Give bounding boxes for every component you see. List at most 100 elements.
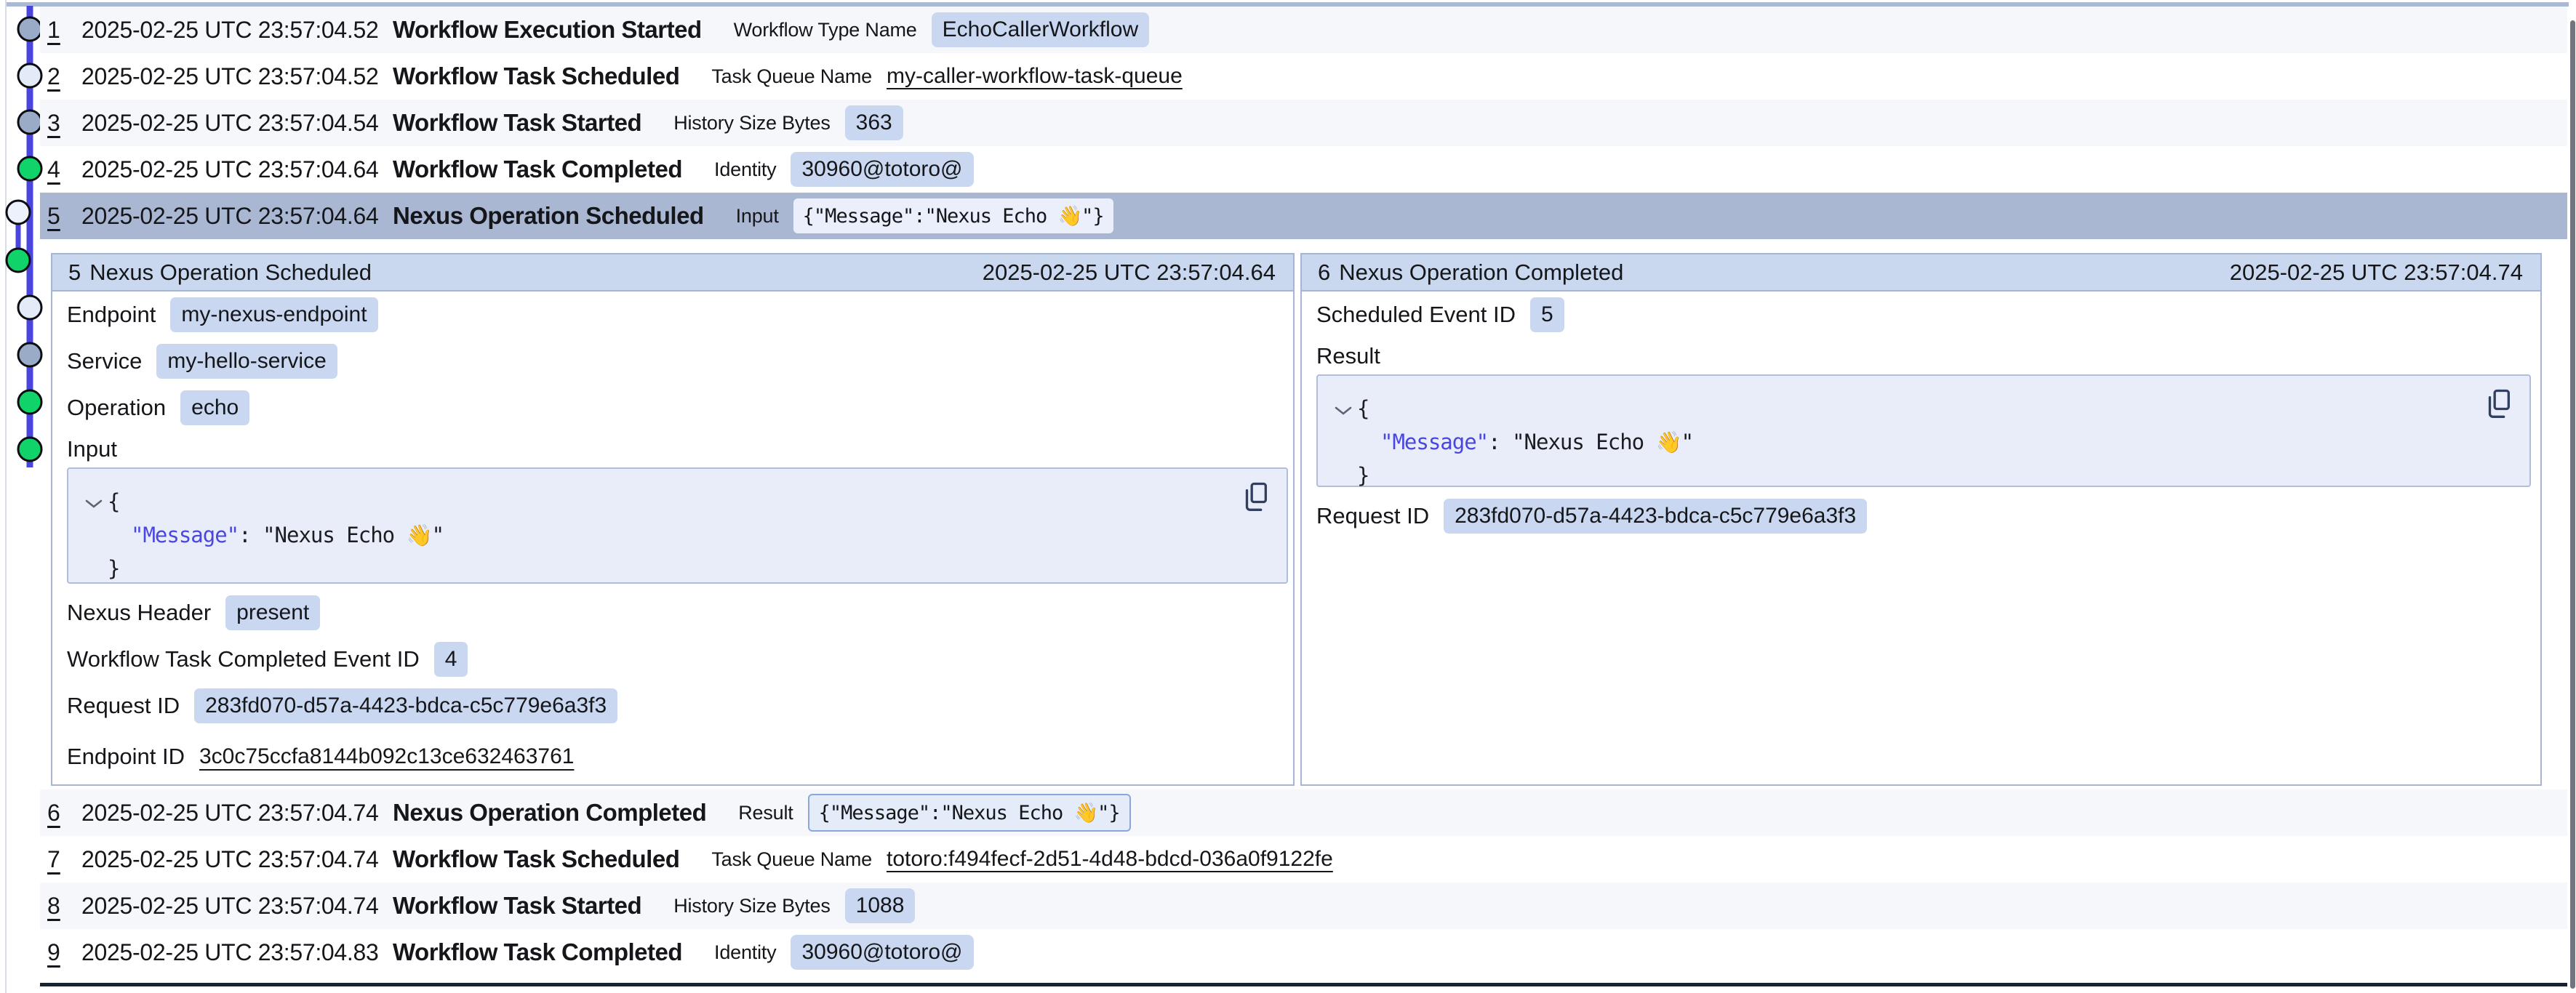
event-id: 7 (47, 846, 81, 873)
input-label: Input (52, 431, 1293, 467)
event-id: 6 (47, 800, 81, 827)
event-dot-2 (18, 64, 41, 87)
event-row-5-selected[interactable]: 5 2025-02-25 UTC 23:57:04.64 Nexus Opera… (40, 193, 2567, 239)
event-id-link[interactable]: 9 (47, 939, 60, 965)
event-dot-3 (18, 110, 41, 134)
history-scrollbar[interactable] (2570, 20, 2575, 989)
event-name: Workflow Task Scheduled (393, 63, 679, 90)
event-id-link[interactable]: 7 (47, 846, 60, 872)
json-line-open: { (1357, 392, 2529, 425)
event-timestamp: 2025-02-25 UTC 23:57:04.54 (81, 110, 393, 137)
event-id: 8 (47, 893, 81, 920)
field-endpoint-id: Endpoint ID 3c0c75ccfa8144b092c13ce63246… (52, 733, 1293, 780)
event-history-timeline-graph (0, 0, 44, 480)
panel-event-name: Nexus Operation Completed (1339, 260, 1623, 286)
json-line-close: } (1357, 459, 2529, 492)
json-key: "Message" (1380, 430, 1488, 454)
event-detail-label: Task Queue Name (711, 848, 872, 871)
field-label: Endpoint (67, 302, 156, 328)
field-value-badge: 283fd070-d57a-4423-bdca-c5c779e6a3f3 (194, 688, 617, 723)
task-queue-link[interactable]: totoro:f494fecf-2d51-4d48-bdcd-036a0f912… (887, 847, 1333, 872)
event-detail-label: Identity (714, 941, 776, 964)
panel-event-id: 6 (1318, 260, 1330, 286)
field-label: Service (67, 348, 142, 374)
event-detail-value-json: {"Message":"Nexus Echo 👋"} (793, 198, 1113, 233)
copy-icon (2484, 387, 2513, 419)
json-collapse-chevron[interactable] (1334, 405, 1353, 417)
event-name: Workflow Task Scheduled (393, 845, 679, 873)
event-row-1[interactable]: 1 2025-02-25 UTC 23:57:04.52 Workflow Ex… (40, 7, 2567, 53)
event-detail-label: Task Queue Name (711, 65, 872, 88)
event-row-6[interactable]: 6 2025-02-25 UTC 23:57:04.74 Nexus Opera… (40, 789, 2567, 836)
event-id-link[interactable]: 4 (47, 156, 60, 182)
event-rows-top: 1 2025-02-25 UTC 23:57:04.52 Workflow Ex… (40, 7, 2567, 239)
event-dot-6 (7, 249, 30, 272)
field-value-badge: echo (180, 390, 249, 425)
event-row-3[interactable]: 3 2025-02-25 UTC 23:57:04.54 Workflow Ta… (40, 100, 2567, 146)
event-id: 4 (47, 156, 81, 183)
event-row-9[interactable]: 9 2025-02-25 UTC 23:57:04.83 Workflow Ta… (40, 929, 2567, 976)
event-timestamp: 2025-02-25 UTC 23:57:04.74 (81, 846, 393, 873)
event-timestamp: 2025-02-25 UTC 23:57:04.74 (81, 893, 393, 920)
field-request-id: Request ID 283fd070-d57a-4423-bdca-c5c77… (1302, 493, 2540, 539)
endpoint-id-link[interactable]: 3c0c75ccfa8144b092c13ce632463761 (199, 744, 574, 769)
event-dot-1 (18, 17, 41, 41)
event-name: Nexus Operation Scheduled (393, 202, 704, 230)
json-value: "Nexus Echo 👋" (1512, 430, 1693, 454)
json-line-open: { (108, 485, 1287, 518)
event-dot-8 (18, 343, 41, 366)
event-dot-5 (7, 201, 30, 224)
event-id: 5 (47, 203, 81, 230)
event-row-2[interactable]: 2 2025-02-25 UTC 23:57:04.52 Workflow Ta… (40, 53, 2567, 100)
event-id-link[interactable]: 6 (47, 800, 60, 826)
panel-header: 6 Nexus Operation Completed 2025-02-25 U… (1302, 254, 2540, 292)
panel-event-name: Nexus Operation Scheduled (89, 260, 372, 286)
field-service: Service my-hello-service (52, 338, 1293, 385)
event-name: Workflow Task Completed (393, 156, 682, 183)
next-section-divider (40, 983, 2567, 986)
field-request-id: Request ID 283fd070-d57a-4423-bdca-c5c77… (52, 683, 1293, 729)
copy-button[interactable] (1241, 481, 1271, 512)
field-label: Request ID (67, 693, 180, 719)
json-line-message: "Message": "Nexus Echo 👋" (1357, 425, 2529, 459)
event-id-link[interactable]: 3 (47, 110, 60, 136)
event-dot-9 (18, 390, 41, 414)
panel-header: 5 Nexus Operation Scheduled 2025-02-25 U… (52, 254, 1293, 292)
event-id-link[interactable]: 8 (47, 893, 60, 919)
json-value: "Nexus Echo 👋" (263, 523, 444, 547)
json-line-close: } (108, 552, 1287, 585)
event-detail-value-badge: 30960@totoro@ (791, 935, 973, 970)
event-row-4[interactable]: 4 2025-02-25 UTC 23:57:04.64 Workflow Ta… (40, 146, 2567, 193)
event-detail-value-badge: 363 (845, 105, 903, 140)
event-detail-value-badge: EchoCallerWorkflow (932, 12, 1150, 47)
event-detail-label: History Size Bytes (673, 112, 830, 134)
event-row-7[interactable]: 7 2025-02-25 UTC 23:57:04.74 Workflow Ta… (40, 836, 2567, 883)
field-label: Nexus Header (67, 600, 211, 626)
event-timestamp: 2025-02-25 UTC 23:57:04.83 (81, 939, 393, 966)
input-code-block: { "Message": "Nexus Echo 👋" } (67, 467, 1288, 584)
field-nexus-header: Nexus Header present (52, 590, 1293, 636)
panel-timestamp: 2025-02-25 UTC 23:57:04.74 (2230, 260, 2523, 286)
event-id: 9 (47, 939, 81, 966)
event-id: 1 (47, 17, 81, 44)
task-queue-link[interactable]: my-caller-workflow-task-queue (887, 64, 1183, 89)
event-id-link[interactable]: 2 (47, 63, 60, 89)
field-endpoint: Endpoint my-nexus-endpoint (52, 292, 1293, 338)
event-row-8[interactable]: 8 2025-02-25 UTC 23:57:04.74 Workflow Ta… (40, 883, 2567, 929)
event-dot-7 (18, 296, 41, 319)
field-label: Operation (67, 395, 166, 421)
panel-body: Scheduled Event ID 5 Result { "Message":… (1302, 292, 2540, 539)
event-timestamp: 2025-02-25 UTC 23:57:04.64 (81, 203, 393, 230)
event-detail-label: Workflow Type Name (734, 19, 917, 41)
field-operation: Operation echo (52, 385, 1293, 431)
field-label: Scheduled Event ID (1316, 302, 1516, 328)
event-timestamp: 2025-02-25 UTC 23:57:04.52 (81, 17, 393, 44)
field-value-badge: present (225, 595, 320, 630)
event-detail-label: Result (738, 802, 793, 824)
event-id-link[interactable]: 5 (47, 203, 60, 229)
field-scheduled-event-id: Scheduled Event ID 5 (1302, 292, 2540, 338)
copy-button[interactable] (2484, 387, 2513, 419)
event-id-link[interactable]: 1 (47, 17, 60, 43)
panel-title: 6 Nexus Operation Completed (1318, 260, 1623, 286)
json-collapse-chevron[interactable] (84, 498, 103, 510)
